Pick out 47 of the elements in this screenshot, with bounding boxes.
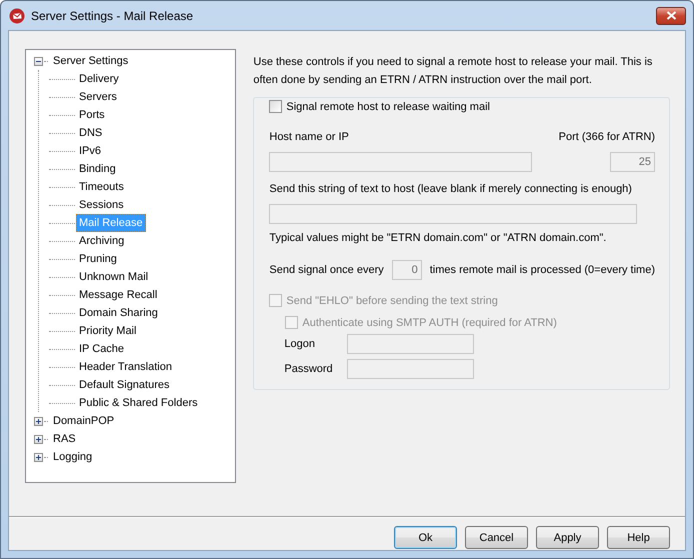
expander-icon[interactable]	[34, 452, 43, 462]
tree-item[interactable]: Header Translation	[76, 358, 175, 376]
field-label: Password	[284, 363, 334, 375]
tree-item[interactable]: Logging	[50, 448, 96, 466]
field-label: Port (366 for ATRN)	[558, 131, 655, 143]
tree-item[interactable]: Delivery	[76, 70, 122, 88]
tree-item[interactable]: Sessions	[76, 196, 127, 214]
tree-item[interactable]: Ports	[76, 106, 108, 124]
field-label: times remote mail is processed (0=every time)	[430, 264, 655, 276]
tree-item[interactable]: Archiving	[76, 232, 128, 250]
expander-icon[interactable]	[34, 56, 43, 66]
tree-item[interactable]: Message Recall	[76, 286, 160, 304]
tree-item[interactable]: Default Signatures	[76, 376, 172, 394]
checkbox[interactable]	[269, 100, 282, 113]
tree-item[interactable]: Timeouts	[76, 178, 127, 196]
tree-item[interactable]: Public & Shared Folders	[76, 394, 201, 412]
tree-item[interactable]: Server Settings	[50, 52, 132, 70]
close-icon	[666, 11, 676, 20]
envelope-icon	[9, 8, 25, 24]
expander-icon[interactable]	[34, 434, 43, 444]
dialog-button[interactable]: Cancel	[465, 526, 528, 549]
dialog-button[interactable]: Ok	[394, 526, 457, 549]
tree-item[interactable]: Pruning	[76, 250, 120, 268]
field-label: Logon	[284, 338, 316, 350]
tree-item[interactable]: IPv6	[76, 142, 104, 160]
dialog-button[interactable]: Help	[607, 526, 670, 549]
close-button[interactable]	[656, 6, 686, 24]
field-label: Send this string of text to host (leave blank if merely connecting is enough)	[269, 183, 633, 195]
window-title: Server Settings - Mail Release	[31, 8, 194, 22]
checkbox-label: Authenticate using SMTP AUTH (required for ATRN)	[302, 316, 557, 328]
field-label: Host name or IP	[269, 131, 349, 143]
tree-item[interactable]: Unknown Mail	[76, 268, 152, 286]
expander-icon[interactable]	[34, 416, 43, 426]
tree-item[interactable]: DNS	[76, 124, 106, 142]
field-label: Send signal once every	[269, 264, 384, 276]
intro-text: Use these controls if you need to signal a remote host to release your mail. This is often done by sending an ETRN / ATRN instruction over the mail port.	[253, 55, 654, 88]
tree-item[interactable]: Domain Sharing	[76, 304, 161, 322]
tree-item[interactable]: DomainPOP	[50, 412, 118, 430]
tree-item[interactable]: RAS	[50, 430, 79, 448]
tree-item[interactable]: Priority Mail	[76, 322, 140, 340]
hint-text: Typical values might be "ETRN domain.com" or "ATRN domain.com".	[269, 232, 608, 244]
checkbox-label: Signal remote host to release waiting mail	[286, 100, 490, 112]
tree-item[interactable]: Binding	[76, 160, 119, 178]
dialog-button[interactable]: Apply	[536, 526, 599, 549]
checkbox-label: Send "EHLO" before sending the text string	[286, 294, 498, 306]
tree-item[interactable]: Servers	[76, 88, 120, 106]
tree-item[interactable]: IP Cache	[76, 340, 128, 358]
